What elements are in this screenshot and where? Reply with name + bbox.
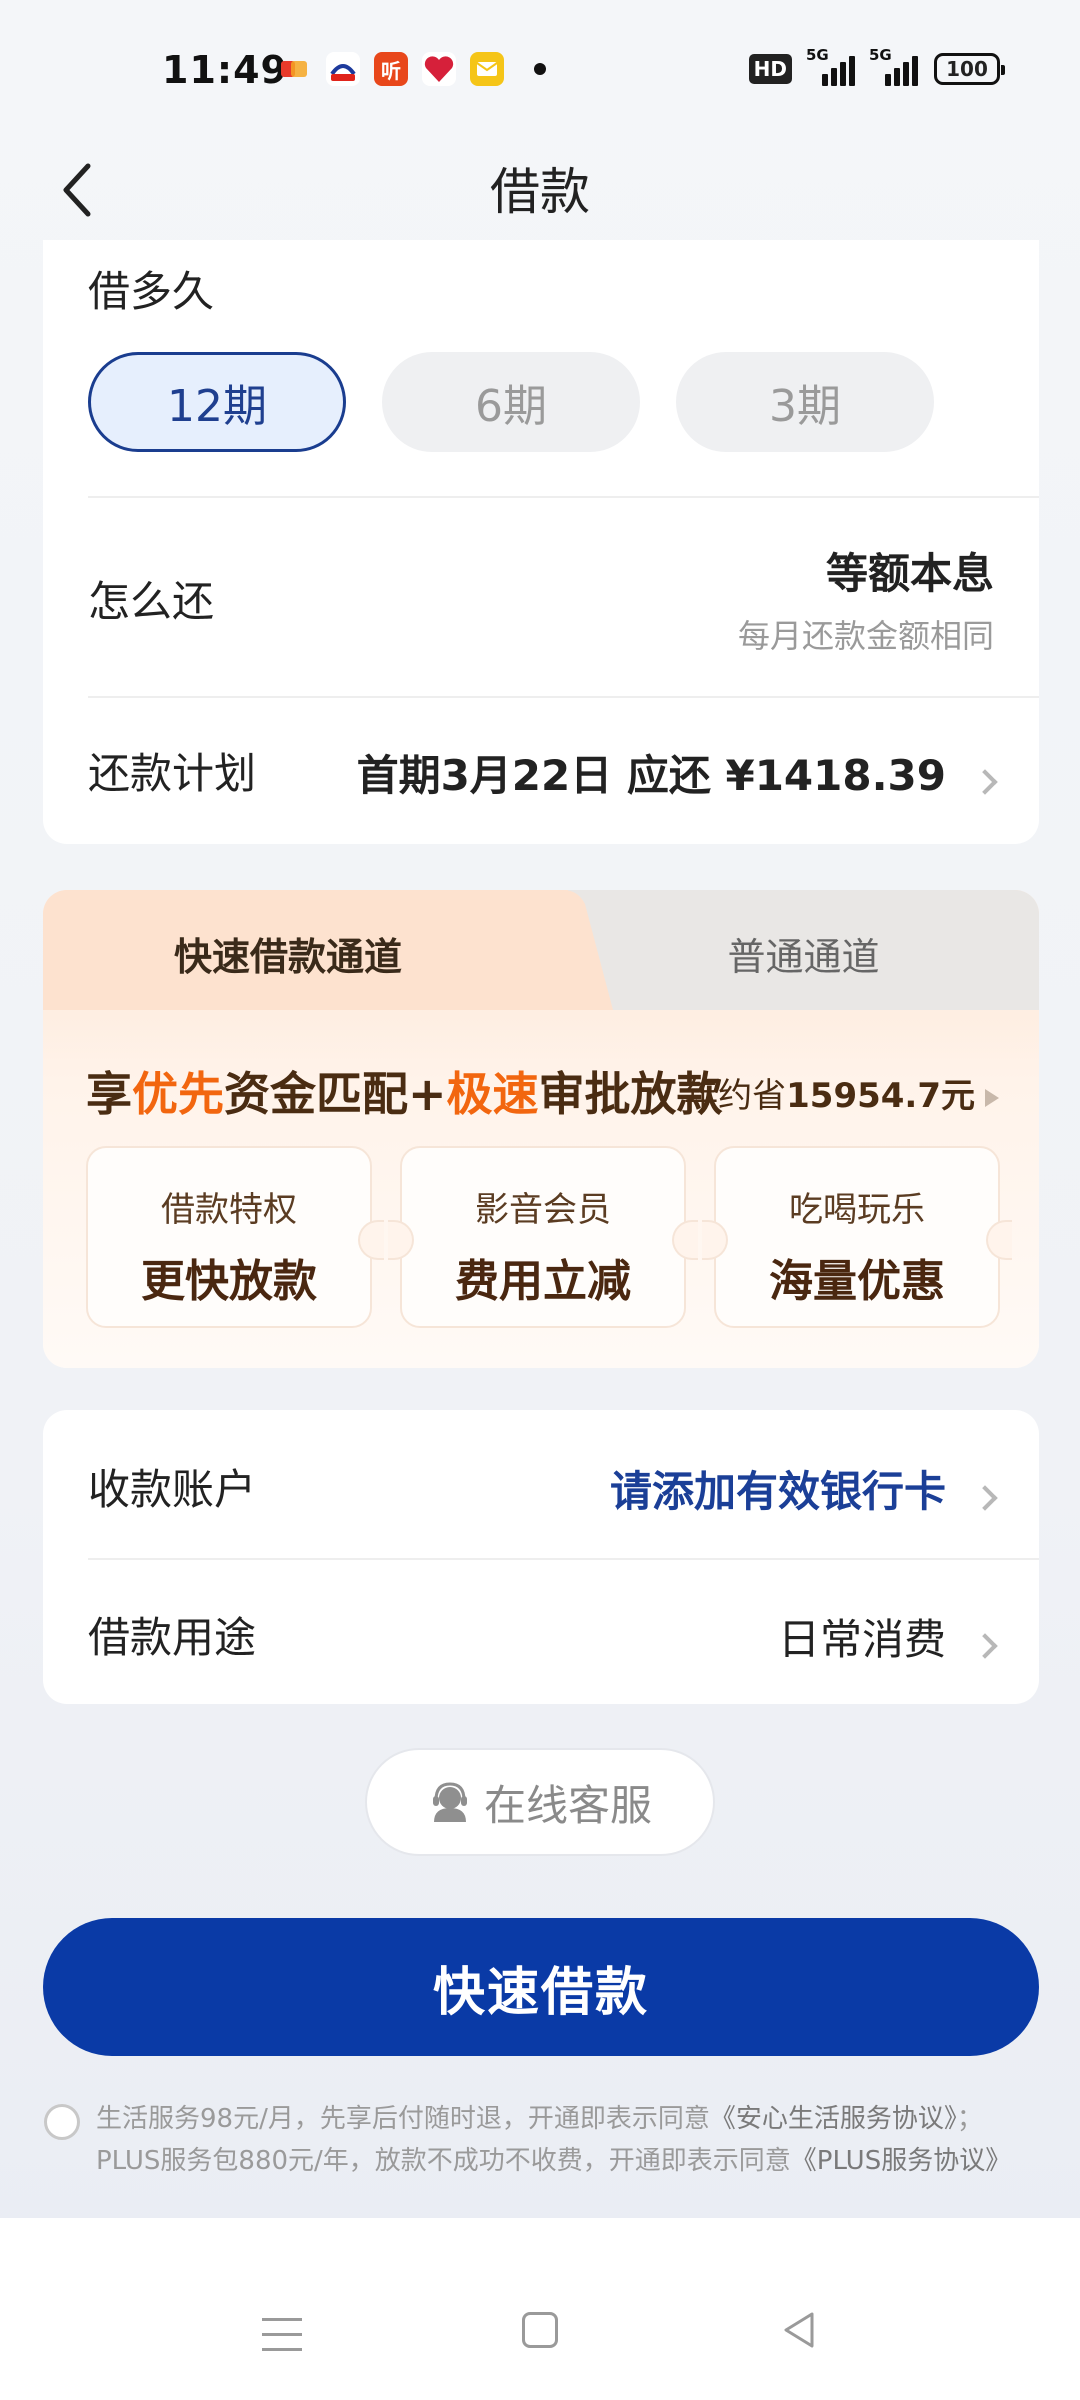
term-options: 12期 6期 3期 xyxy=(88,352,934,452)
benefit-value: 更快放款 xyxy=(141,1256,317,1307)
benefit-card: 吃喝玩乐 海量优惠 xyxy=(702,1146,1012,1328)
page-title: 借款 xyxy=(490,163,590,221)
benefit-value: 海量优惠 xyxy=(769,1256,945,1307)
promo-headline: 享优先资金匹配+极速审批放款 xyxy=(86,1058,723,1124)
saving-info[interactable]: 年约省15954.7元 xyxy=(684,1068,999,1117)
promo-highlight: 极速 xyxy=(446,1067,539,1121)
life-service-agreement-link[interactable]: 《安心生活服务协议》 xyxy=(710,2104,957,2134)
listen-icon: 听 xyxy=(374,52,408,86)
app-header: 借款 xyxy=(0,140,1080,240)
online-service-button[interactable]: 在线客服 xyxy=(365,1748,715,1856)
term-label: 借多久 xyxy=(88,267,215,316)
term-option-6[interactable]: 6期 xyxy=(382,352,640,452)
repayment-method: 等额本息 每月还款金额相同 xyxy=(738,540,994,657)
promo-highlight: 优先 xyxy=(132,1067,224,1121)
repayment-plan-row[interactable]: 首期3月22日 应还 ¥1418.39 xyxy=(356,742,998,803)
saving-prefix: 年约省 xyxy=(684,1076,787,1116)
account-row[interactable]: 请添加有效银行卡 xyxy=(610,1458,998,1519)
saving-amount: 15954.7元 xyxy=(786,1076,975,1116)
term-option-12[interactable]: 12期 xyxy=(88,352,346,452)
repayment-method-desc: 每月还款金额相同 xyxy=(737,617,994,655)
benefit-title: 借款特权 xyxy=(161,1190,297,1230)
signal-icon-1: 5G xyxy=(806,46,855,86)
notification-icons: 听 xyxy=(278,52,546,86)
benefit-list: 借款特权 更快放款 影音会员 费用立减 吃喝玩乐 海量优惠 xyxy=(86,1146,1012,1328)
mail-icon xyxy=(470,52,504,86)
repayment-plan-label: 还款计划 xyxy=(88,749,257,798)
online-service-label: 在线客服 xyxy=(483,1780,652,1830)
recent-apps-button[interactable] xyxy=(262,2318,302,2354)
tab-normal-label: 普通通道 xyxy=(727,935,880,979)
loan-terms-card: 借多久 12期 6期 3期 怎么还 等额本息 每月还款金额相同 还款计划 首期3… xyxy=(43,240,1039,844)
chevron-right-icon xyxy=(972,1632,998,1659)
system-nav-bar xyxy=(0,2218,1080,2400)
home-button[interactable] xyxy=(522,2312,558,2348)
signal-icon-2: 5G xyxy=(869,46,918,86)
channel-card: 普通通道 快速借款通道 享优先资金匹配+极速审批放款 年约省15954.7元 借… xyxy=(43,890,1039,1368)
purpose-row[interactable]: 日常消费 xyxy=(777,1606,998,1667)
account-card: 收款账户 请添加有效银行卡 借款用途 日常消费 xyxy=(43,1410,1039,1704)
divider xyxy=(88,696,1039,698)
purpose-value: 日常消费 xyxy=(777,1615,946,1664)
plus-agreement-link[interactable]: 《PLUS服务协议》 xyxy=(791,2146,1011,2176)
divider xyxy=(88,1558,1039,1560)
repayment-plan-value: 首期3月22日 应还 ¥1418.39 xyxy=(356,751,946,800)
benefit-title: 影音会员 xyxy=(475,1190,611,1230)
battery-icon: 100 xyxy=(934,53,1005,85)
agreement-checkbox[interactable] xyxy=(44,2104,80,2140)
system-icons: HD 5G 5G 100 xyxy=(748,46,1005,86)
agreement-punct: ； xyxy=(956,2104,983,2134)
term-option-3[interactable]: 3期 xyxy=(676,352,934,452)
chevron-right-icon xyxy=(972,1484,998,1511)
agreement-text: 生活服务98元/月，先享后付随时退，开通即表示同意《安心生活服务协议》； PLU… xyxy=(96,2098,1046,2182)
account-label: 收款账户 xyxy=(88,1465,257,1514)
heart-app-icon xyxy=(422,52,456,86)
promo-text: 享 xyxy=(86,1067,132,1121)
status-time: 11:49 xyxy=(162,48,288,92)
divider xyxy=(88,496,1039,498)
customer-service-icon xyxy=(432,1782,467,1822)
tab-fast-channel[interactable]: 快速借款通道 xyxy=(43,926,533,981)
benefit-value: 费用立减 xyxy=(455,1256,631,1307)
tab-normal-channel[interactable]: 普通通道 xyxy=(568,890,1039,1010)
nav-back-button[interactable] xyxy=(780,2310,820,2350)
play-arrow-icon xyxy=(985,1088,999,1107)
repayment-method-value: 等额本息 xyxy=(825,549,994,598)
agreement-line-1: 生活服务98元/月，先享后付随时退，开通即表示同意 xyxy=(96,2104,710,2134)
benefit-title: 吃喝玩乐 xyxy=(789,1190,925,1230)
more-notifications-dot xyxy=(534,63,546,75)
repayment-method-label: 怎么还 xyxy=(88,577,215,626)
jd-icon xyxy=(326,52,360,86)
benefit-card: 借款特权 更快放款 xyxy=(86,1146,384,1328)
benefit-card: 影音会员 费用立减 xyxy=(388,1146,698,1328)
promo-text: 资金匹配+ xyxy=(224,1067,447,1121)
agreement-line-2: PLUS服务包880元/年，放款不成功不收费，开通即表示同意 xyxy=(96,2146,791,2176)
chevron-right-icon xyxy=(972,768,998,795)
status-bar: 11:49 听 HD 5G 5G 100 xyxy=(0,0,1080,140)
photos-icon xyxy=(278,52,312,86)
purpose-label: 借款用途 xyxy=(88,1613,257,1662)
quick-loan-button[interactable]: 快速借款 xyxy=(43,1918,1039,2056)
add-bank-card-link[interactable]: 请添加有效银行卡 xyxy=(610,1467,946,1516)
hd-voice-icon: HD xyxy=(748,54,792,84)
